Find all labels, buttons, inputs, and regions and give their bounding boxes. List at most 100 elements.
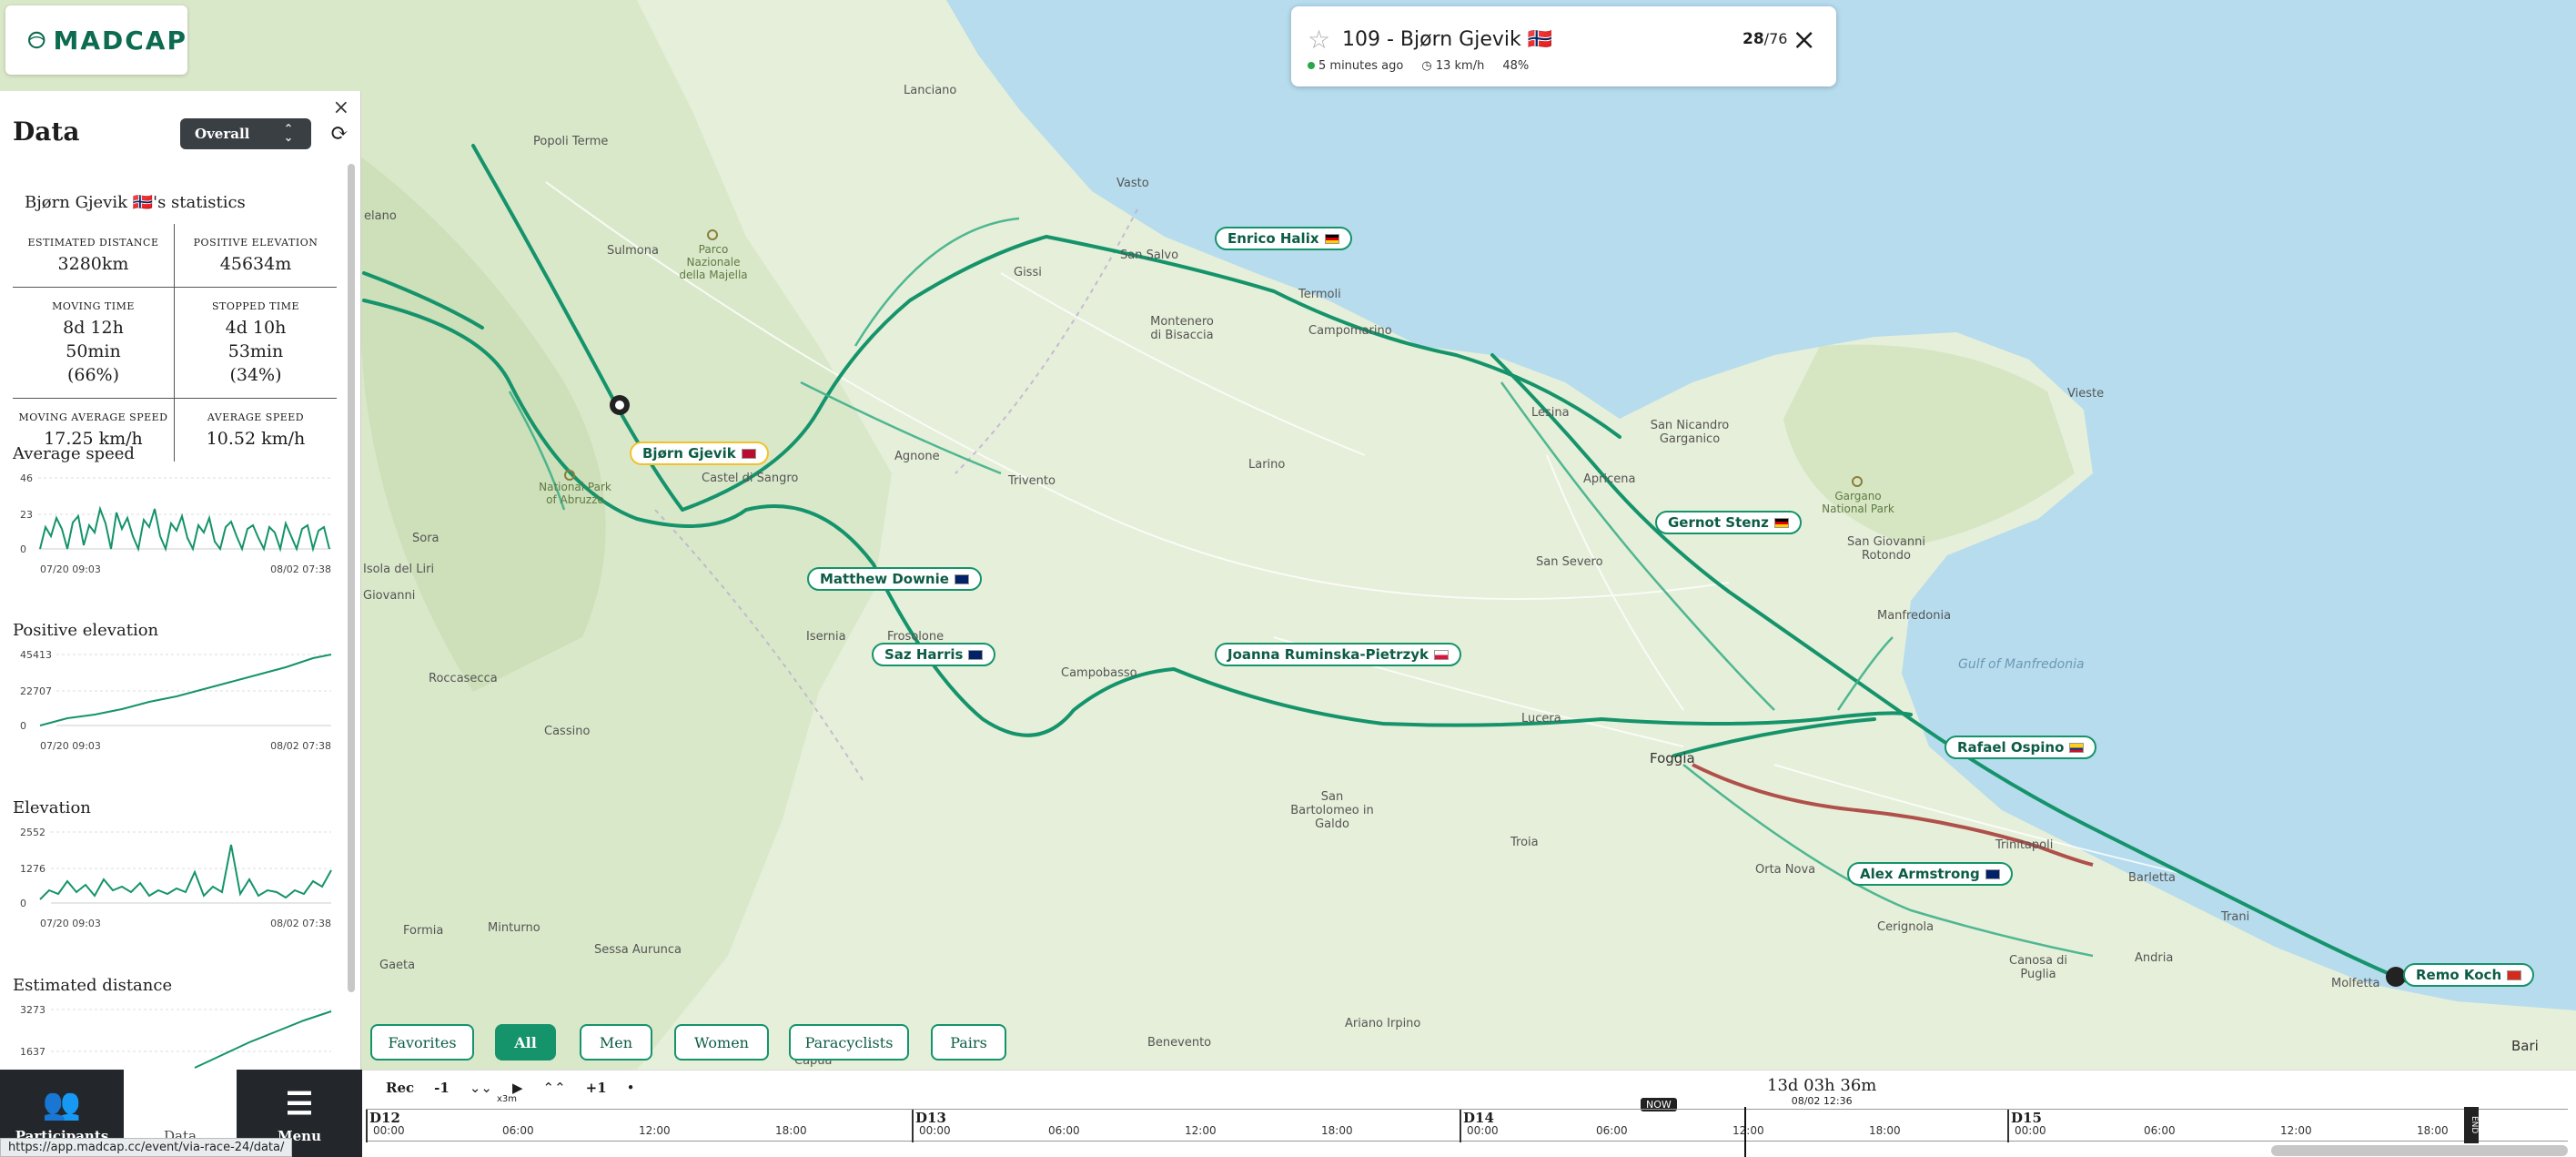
place-label: Castel di Sangro [702,472,799,485]
colombia-flag-icon [2069,742,2085,753]
timeline-scrollbar[interactable] [2271,1145,2568,1156]
hour-label: 00:00 [373,1124,405,1137]
stat-value: 3280km [57,254,129,274]
speedometer-icon: ◷ [1421,59,1436,73]
rider-tag-saz-harris[interactable]: Saz Harris [872,643,996,666]
place-label: Formia [403,924,444,938]
place-label: Manfredonia [1877,609,1952,623]
place-label: Montenero di Bisaccia [1150,315,1214,342]
refresh-icon[interactable]: ⟳ [326,120,353,147]
hour-label: 12:00 [1732,1124,1764,1137]
rider-tag-joanna-ruminska-pietrzyk[interactable]: Joanna Ruminska-Pietrzyk [1215,643,1462,666]
data-panel: × Data Overall ⌃ ⌄ ⟳ Bjørn Gjevik 🇳🇴's st… [0,91,361,1070]
participant-rank: 28/76 [1743,30,1787,48]
rider-tag-alex-armstrong[interactable]: Alex Armstrong [1847,862,2013,886]
place-label: Isernia [806,630,846,644]
double-chevron-down-icon[interactable]: ⌄⌄ [470,1080,492,1096]
place-label: Lucera [1521,712,1561,726]
stat-value: 4d 10h 53min (34%) [225,318,287,385]
last-seen: 5 minutes ago [1308,59,1403,73]
timeline-scale[interactable]: D12 00:00 06:00 12:00 18:00 D13 00:00 06… [366,1109,2568,1142]
filter-women[interactable]: Women [674,1024,769,1061]
rider-name: Bjørn Gjevik [642,445,736,462]
dot-icon[interactable]: • [627,1080,635,1096]
place-label: San Bartolomeo in Galdo [1290,790,1374,831]
people-icon: 👥 [42,1086,82,1122]
filter-all[interactable]: All [495,1024,556,1061]
place-label: Andria [2135,951,2174,965]
park-label: Gargano National Park [1822,490,1894,515]
rider-tag-rafael-ospino[interactable]: Rafael Ospino [1945,736,2097,759]
favorite-star-icon[interactable]: ☆ [1308,25,1330,55]
y-tick-label: 46 [20,472,33,484]
timeline-cursor[interactable] [1744,1107,1746,1157]
filter-pairs[interactable]: Pairs [931,1024,1006,1061]
hour-label: 18:00 [1869,1124,1901,1137]
x-tick-label: 08/02 07:38 [270,563,331,575]
filter-favorites[interactable]: Favorites [370,1024,474,1061]
hour-label: 12:00 [1185,1124,1217,1137]
stat-moving-time: MOVING TIME 8d 12h 50min (66%) [13,288,175,398]
place-label: Cassino [544,725,591,738]
y-tick-label: 1637 [20,1046,45,1058]
rider-name: Rafael Ospino [1957,739,2065,756]
place-label: Foggia [1650,750,1695,766]
hour-label: 06:00 [1048,1124,1080,1137]
filter-paracyclists[interactable]: Paracyclists [789,1024,909,1061]
stat-label: MOVING AVERAGE SPEED [18,411,168,423]
map[interactable]: Popoli Terme Lanciano Vasto Sulmona Parc… [0,0,2576,1070]
rider-tag-matthew-downie[interactable]: Matthew Downie [807,567,982,591]
rider-tag-bjorn-gjevik[interactable]: Bjørn Gjevik [630,441,769,465]
park-label: National Park of Abruzzo [539,481,611,506]
last-seen-text: 5 minutes ago [1318,59,1404,73]
map-canvas[interactable] [0,0,2576,1070]
y-tick-label: 2552 [20,827,45,838]
y-tick-label: 0 [20,720,26,732]
speed: ◷ 13 km/h [1421,59,1484,73]
rec-button[interactable]: Rec [386,1080,414,1096]
timeline[interactable]: Rec -1 ⌄⌄ ▶ ⌃⌃ +1 • x3m 13d 03h 36m 08/0… [362,1070,2576,1157]
panel-scrollbar[interactable] [348,164,355,992]
rider-name: Gernot Stenz [1668,514,1769,531]
rider-tag-remo-koch[interactable]: Remo Koch [2403,963,2535,987]
place-label: elano [364,209,397,223]
hour-label: 12:00 [639,1124,671,1137]
card-close-icon[interactable]: × [1792,25,1816,54]
place-label: Benevento [1147,1036,1212,1050]
uk-flag-icon [954,573,969,584]
hamburger-icon: ☰ [285,1086,314,1122]
double-chevron-up-icon[interactable]: ⌃⌃ [543,1080,566,1096]
sea-label: Gulf of Manfredonia [1958,657,2085,672]
chart-title: Estimated distance [13,976,173,995]
app-logo[interactable]: MADCAP [5,5,187,75]
place-label: Frosolone [887,630,945,644]
chart-title: Elevation [13,798,91,817]
panel-close-icon[interactable]: × [333,96,349,119]
place-label: Sessa Aurunca [594,943,682,957]
minus-one-button[interactable]: -1 [434,1080,450,1096]
stat-value: 8d 12h 50min (66%) [63,318,124,385]
status-url: https://app.madcap.cc/event/via-race-24/… [0,1138,293,1157]
rider-name: Alex Armstrong [1860,866,1980,882]
rider-name: Enrico Halix [1227,230,1319,247]
stat-estimated-distance: ESTIMATED DISTANCE 3280km [13,224,175,287]
overall-select[interactable]: Overall ⌃ ⌄ [180,118,311,149]
place-label: Larino [1248,458,1286,472]
participant-card[interactable]: ☆ 109 - Bjørn Gjevik 🇳🇴 28/76 × 5 minute… [1291,6,1836,86]
germany-flag-icon [1773,517,1789,528]
x-tick-label: 07/20 09:03 [40,563,101,575]
hour-label: 18:00 [775,1124,807,1137]
plus-one-button[interactable]: +1 [586,1080,607,1096]
place-label: Termoli [1298,288,1341,301]
x-tick-label: 08/02 07:38 [270,918,331,929]
rider-tag-enrico-halix[interactable]: Enrico Halix [1215,227,1352,250]
switzerland-flag-icon [2507,969,2522,980]
filter-men[interactable]: Men [580,1024,652,1061]
stat-label: AVERAGE SPEED [207,411,305,423]
rider-name: Matthew Downie [820,571,949,587]
place-label: Gaeta [379,959,416,972]
hour-label: 00:00 [2015,1124,2046,1137]
place-label: Campomarino [1308,324,1392,338]
elevation-chart: Elevation 2552 1276 0 07/20 09:03 08/02 … [13,798,337,936]
rider-tag-gernot-stenz[interactable]: Gernot Stenz [1655,511,1802,534]
